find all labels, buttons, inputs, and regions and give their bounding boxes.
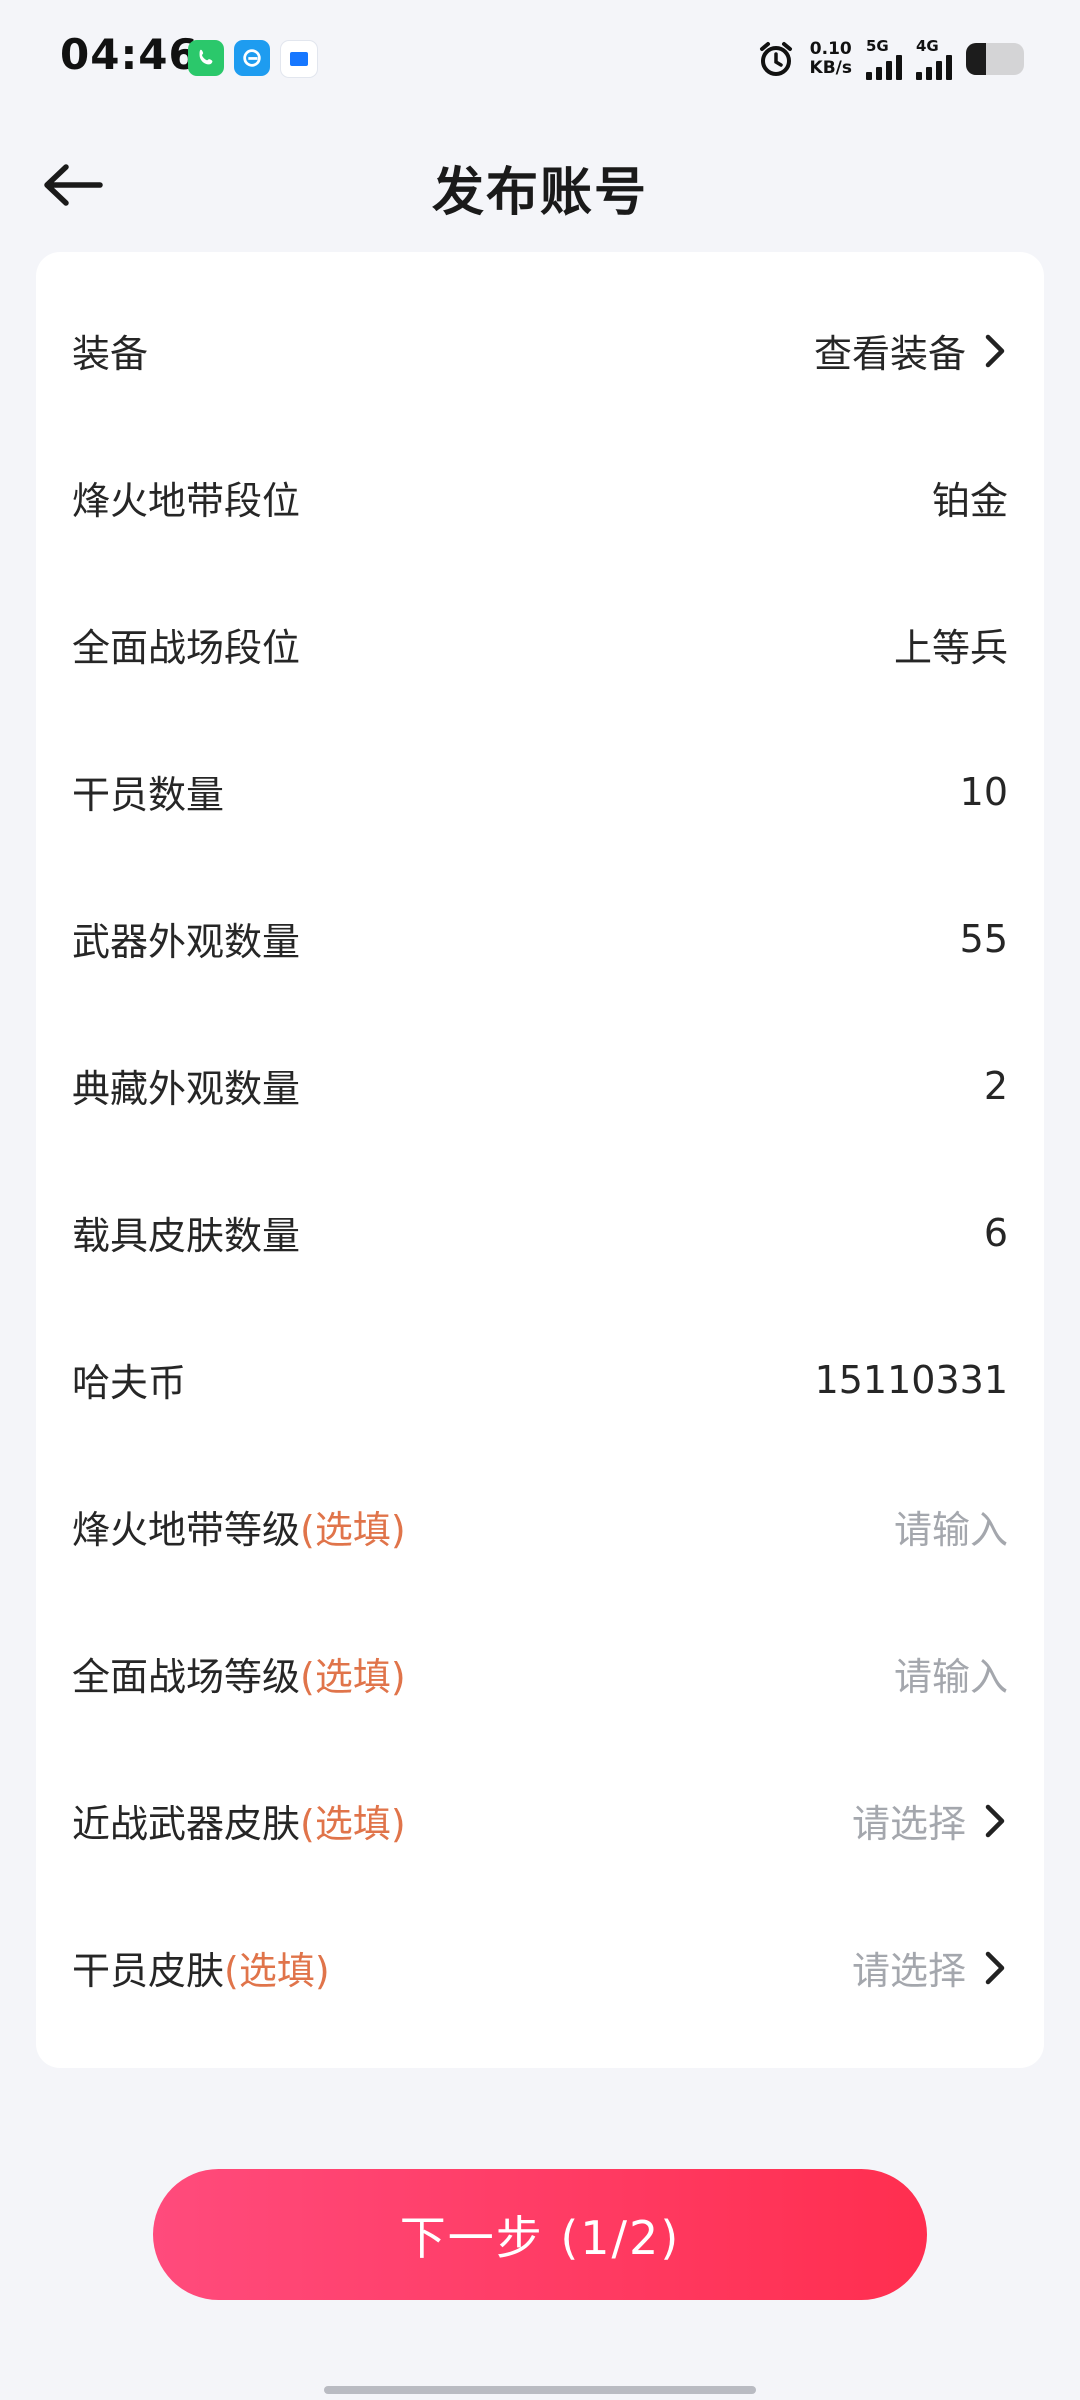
network-speed: 0.10 KB/s: [810, 40, 852, 78]
battlefield-level-input[interactable]: 请输入: [894, 1646, 1008, 1701]
row-right: 请选择: [852, 1793, 1008, 1848]
optional-tag: (选填): [300, 1508, 406, 1552]
row-value: 2: [983, 1063, 1008, 1108]
row-label: 全面战场等级(选填): [72, 1655, 406, 1699]
signal-bars-icon: [916, 54, 952, 80]
form-row-battlefield-rank: 全面战场段位 上等兵: [72, 571, 1008, 718]
status-bar: 04:46 0.10 KB/s 5G 4G: [0, 0, 1080, 120]
form-row-haf-coins: 哈夫币 15110331: [72, 1306, 1008, 1453]
row-label: 武器外观数量: [72, 920, 301, 964]
row-value: 上等兵: [893, 626, 1008, 670]
network-speed-unit: KB/s: [809, 58, 852, 78]
form-row-battlefield-level[interactable]: 全面战场等级(选填) 请输入: [72, 1600, 1008, 1747]
form-row-operator-skin[interactable]: 干员皮肤(选填) 请选择: [72, 1894, 1008, 2041]
row-right: 查看装备: [814, 323, 1008, 378]
chevron-right-icon: [985, 334, 1005, 367]
phone-app-icon: [188, 40, 224, 76]
row-label: 烽火地带段位: [72, 479, 301, 523]
form-row-weapon-skin-count: 武器外观数量 55: [72, 865, 1008, 1012]
signal-bars-icon: [866, 54, 902, 80]
row-value: 10: [959, 769, 1008, 814]
account-form-card: 装备 查看装备 烽火地带段位 铂金 全面战场段位 上等兵 干员数量 10 武器外…: [36, 252, 1044, 2068]
form-row-operator-count: 干员数量 10: [72, 718, 1008, 865]
row-right: 请选择: [852, 1940, 1008, 1995]
status-time: 04:46: [60, 30, 199, 79]
form-row-vehicle-skin-count: 载具皮肤数量 6: [72, 1159, 1008, 1306]
row-label: 干员皮肤(选填): [72, 1949, 330, 1993]
form-row-firezone-rank: 烽火地带段位 铂金: [72, 424, 1008, 571]
row-value: 15110331: [814, 1357, 1008, 1402]
battery-icon: [966, 43, 1024, 75]
battery-fill: [966, 43, 987, 75]
home-indicator[interactable]: [324, 2386, 756, 2394]
signal-4g-label: 4G: [916, 37, 939, 55]
row-label: 近战武器皮肤(选填): [72, 1802, 406, 1846]
chevron-right-icon: [985, 1951, 1005, 1984]
optional-tag: (选填): [300, 1802, 406, 1846]
signal-5g-label: 5G: [866, 37, 889, 55]
form-row-collection-skin-count: 典藏外观数量 2: [72, 1012, 1008, 1159]
row-value: 铂金: [931, 479, 1008, 523]
chat-app-icon: [280, 40, 318, 78]
row-value: 55: [959, 916, 1008, 961]
row-label: 典藏外观数量: [72, 1067, 301, 1111]
operator-skin-select[interactable]: 请选择: [852, 1940, 966, 1995]
signal-4g: 4G: [916, 38, 952, 80]
optional-tag: (选填): [224, 1949, 330, 1993]
network-speed-value: 0.10: [809, 39, 852, 59]
alarm-icon: [759, 42, 792, 76]
status-indicators: 0.10 KB/s 5G 4G: [756, 34, 1024, 84]
signal-5g: 5G: [866, 38, 902, 80]
row-label: 烽火地带等级(选填): [72, 1508, 406, 1552]
browser-app-icon: [234, 40, 270, 76]
nav-header: 发布账号: [0, 140, 1080, 230]
row-label: 全面战场段位: [72, 626, 301, 670]
row-label: 干员数量: [72, 773, 225, 817]
optional-tag: (选填): [300, 1655, 406, 1699]
next-step-button[interactable]: 下一步 (1/2): [153, 2169, 927, 2300]
row-label: 载具皮肤数量: [72, 1214, 301, 1258]
form-row-melee-skin[interactable]: 近战武器皮肤(选填) 请选择: [72, 1747, 1008, 1894]
row-value: 6: [983, 1210, 1008, 1255]
page-title: 发布账号: [431, 163, 648, 223]
form-row-equipment[interactable]: 装备 查看装备: [72, 277, 1008, 424]
view-equipment-link[interactable]: 查看装备: [814, 323, 966, 378]
row-label: 哈夫币: [72, 1361, 187, 1405]
melee-skin-select[interactable]: 请选择: [852, 1793, 966, 1848]
chevron-right-icon: [985, 1804, 1005, 1837]
firezone-level-input[interactable]: 请输入: [894, 1499, 1008, 1554]
row-label: 装备: [72, 332, 149, 376]
form-row-firezone-level[interactable]: 烽火地带等级(选填) 请输入: [72, 1453, 1008, 1600]
